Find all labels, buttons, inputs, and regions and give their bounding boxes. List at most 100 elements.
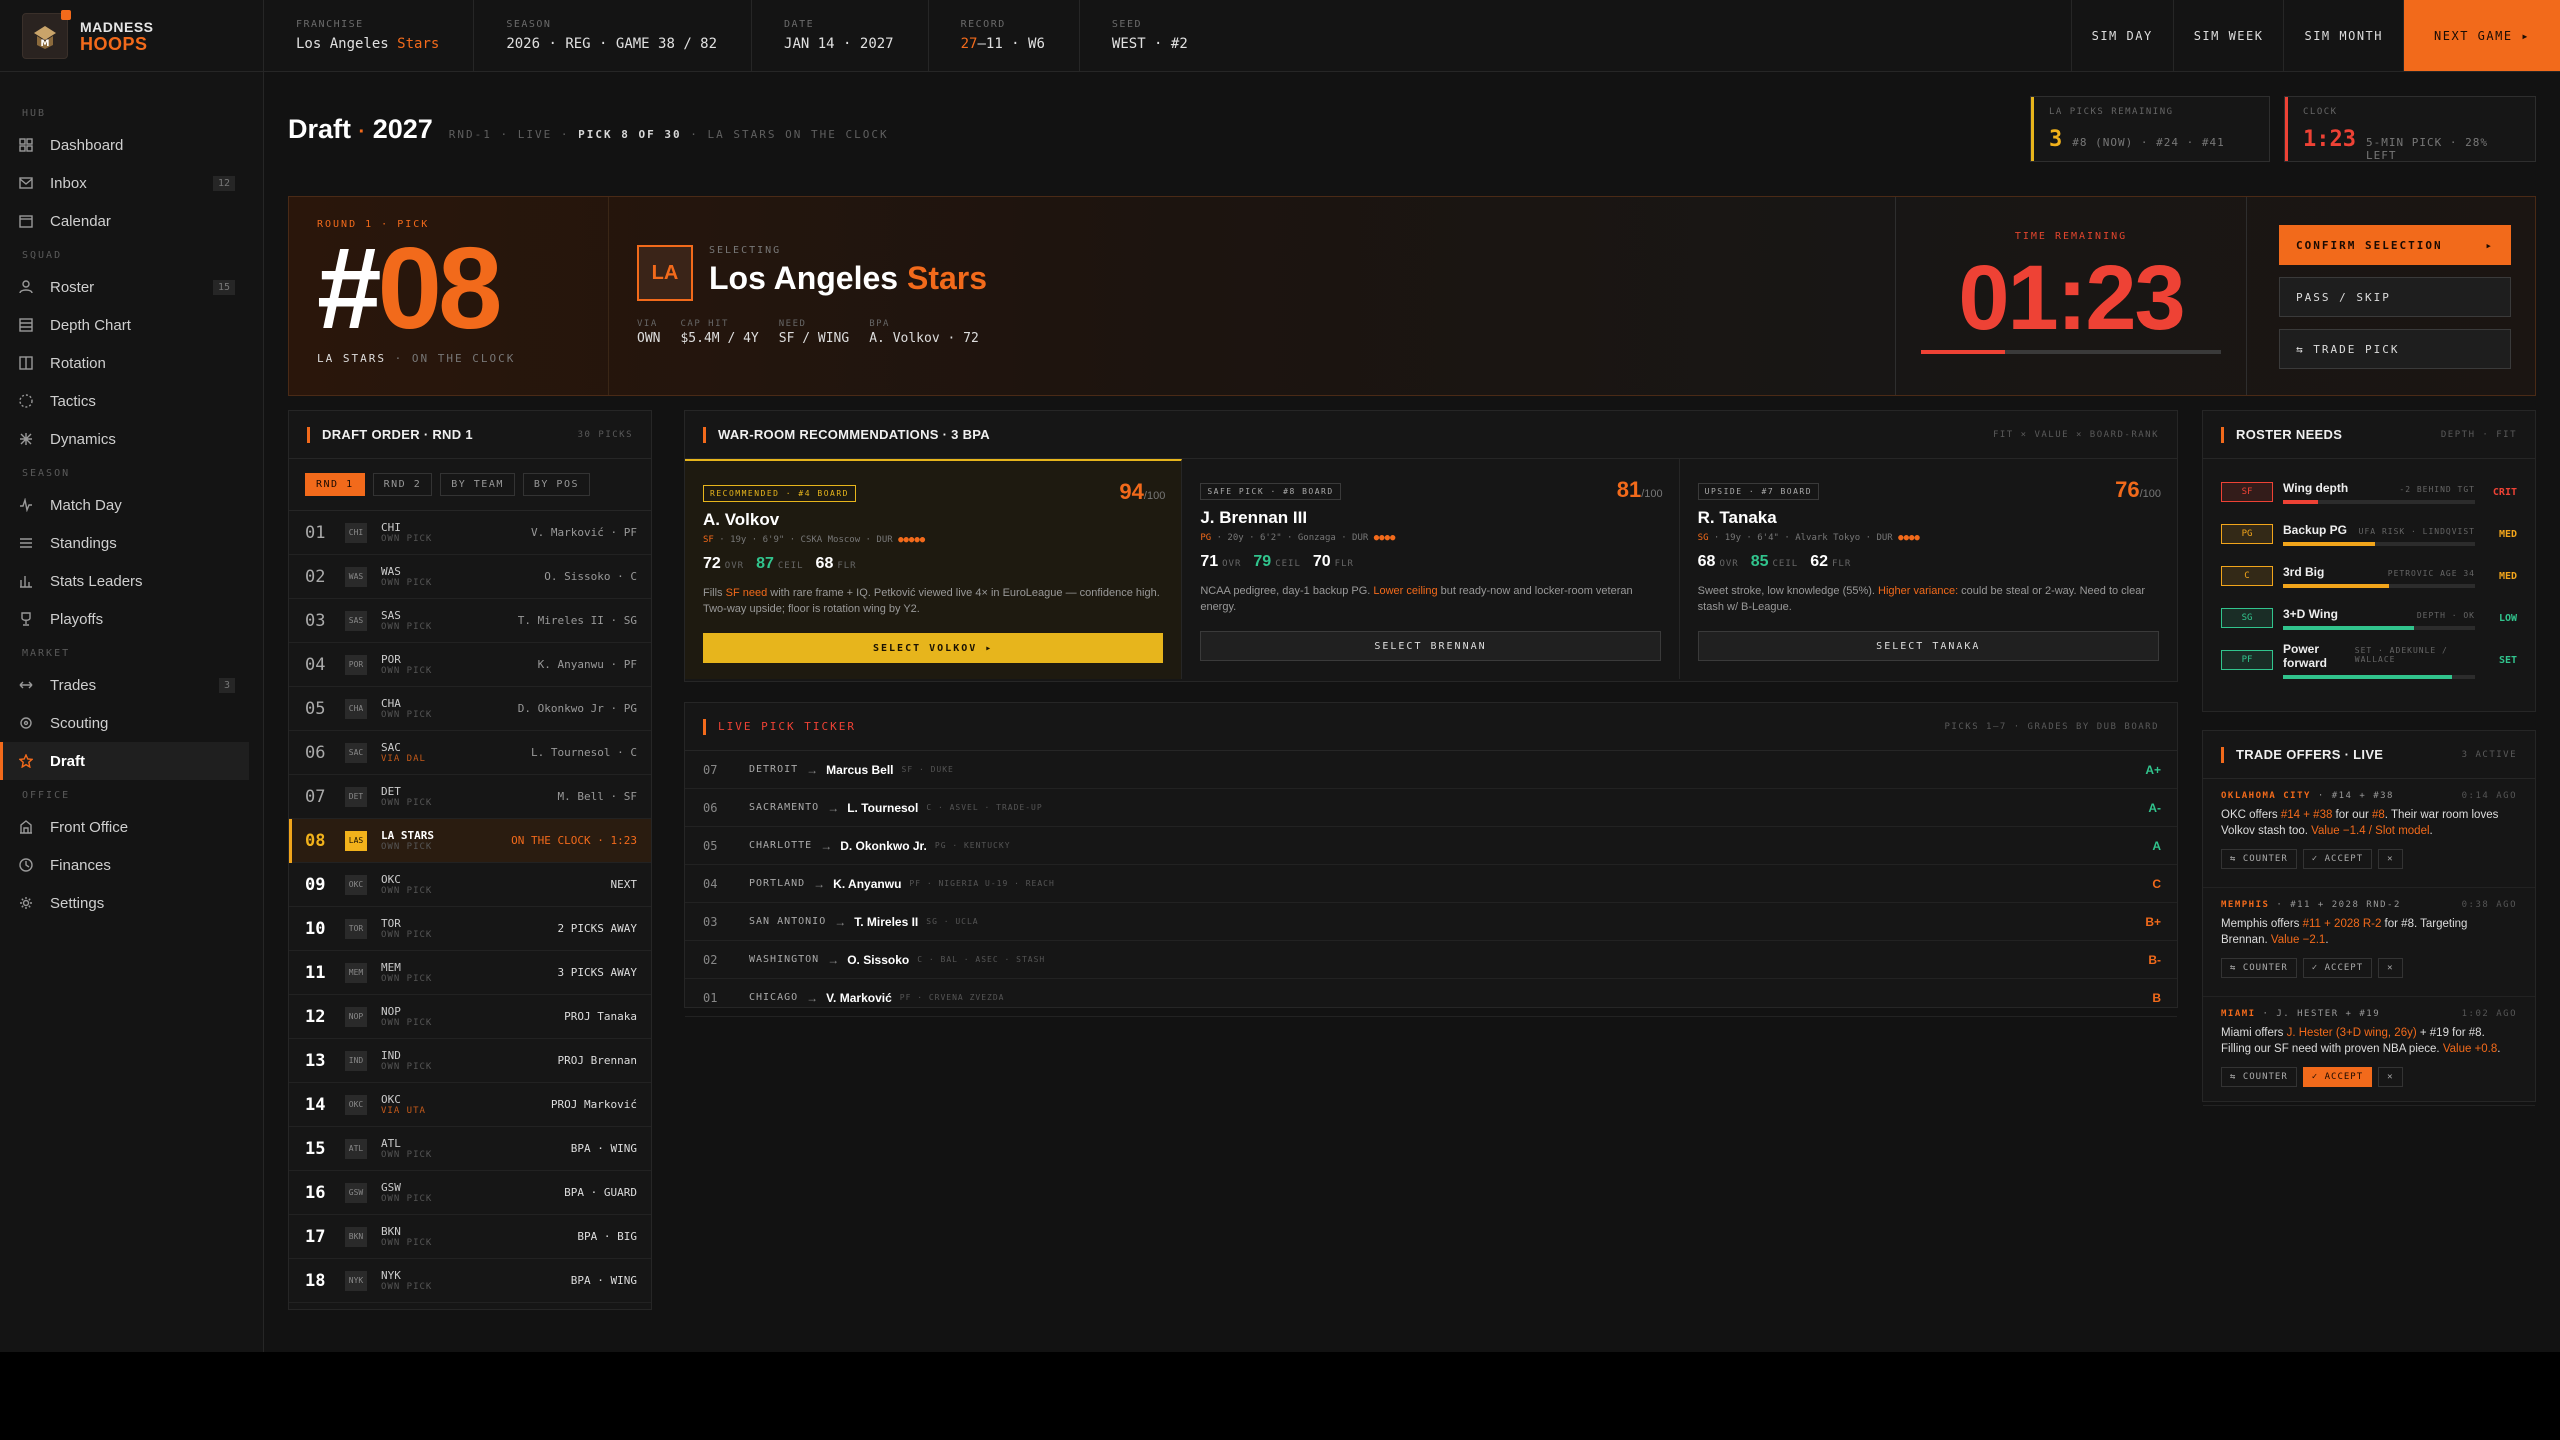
table-row[interactable]: 11 MEM MEM OWN PICK 3 PICKS AWAY bbox=[289, 951, 651, 995]
trade-offer: OKLAHOMA CITY · #14 + #38 0:14 AGO OKC off… bbox=[2203, 779, 2535, 888]
nav-section-label: SQUAD bbox=[22, 250, 63, 261]
table-row[interactable]: 07 DET DET OWN PICK M. Bell · SF bbox=[289, 775, 651, 819]
counter-button[interactable]: ⇆ COUNTER bbox=[2221, 958, 2297, 978]
filter-chip-rnd-1[interactable]: RND 1 bbox=[305, 473, 365, 496]
select-player-button[interactable]: SELECT BRENNAN bbox=[1200, 631, 1661, 661]
table-row[interactable]: 16 GSW GSW OWN PICK BPA · GUARD bbox=[289, 1171, 651, 1215]
sim-week-button[interactable]: SIM WEEK bbox=[2172, 0, 2284, 71]
team-name: DET bbox=[381, 785, 401, 798]
dismiss-button[interactable]: ✕ bbox=[2378, 958, 2403, 978]
table-row[interactable]: 02 WAS WAS OWN PICK O. Sissoko · C bbox=[289, 555, 651, 599]
filter-chip-rnd-2[interactable]: RND 2 bbox=[372, 473, 433, 496]
accept-button[interactable]: ✓ ACCEPT bbox=[2302, 1067, 2373, 1087]
timer-progress-bar bbox=[1921, 350, 2221, 354]
team-city: WASHINGTON bbox=[749, 954, 820, 965]
ticker-row[interactable]: 04 PORTLAND → K. Anyanwu PF · NIGERIA U-19 ·… bbox=[685, 865, 2177, 903]
accept-button[interactable]: ✓ ACCEPT bbox=[2302, 958, 2373, 978]
offer-actions: ⇆ COUNTER ✓ ACCEPT ✕ bbox=[2221, 1067, 2517, 1087]
sidebar-item-playoffs[interactable]: Playoffs bbox=[0, 600, 249, 638]
table-row[interactable]: 04 POR POR OWN PICK K. Anyanwu · PF bbox=[289, 643, 651, 687]
pick-number: 01 bbox=[305, 522, 326, 543]
pass-skip-button[interactable]: PASS / SKIP bbox=[2279, 277, 2511, 317]
sim-day-button[interactable]: SIM DAY bbox=[2070, 0, 2173, 71]
sidebar-item-trades[interactable]: Trades 3 bbox=[0, 666, 249, 704]
table-row[interactable]: 13 IND IND OWN PICK PROJ Brennan bbox=[289, 1039, 651, 1083]
table-row[interactable]: 03 SAS SAS OWN PICK T. Mireles II · SG bbox=[289, 599, 651, 643]
pick-grade: B- bbox=[2148, 952, 2161, 967]
table-row[interactable]: 18 NYK NYK OWN PICK BPA · WING bbox=[289, 1259, 651, 1303]
sidebar-item-dashboard[interactable]: Dashboard bbox=[0, 126, 249, 164]
dismiss-button[interactable]: ✕ bbox=[2378, 1067, 2403, 1087]
table-row[interactable]: 08 LAS LA STARS OWN PICK ON THE CLOCK · 1:23 bbox=[289, 819, 651, 863]
sidebar-item-tactics[interactable]: Tactics bbox=[0, 382, 249, 420]
pick-source: OWN PICK bbox=[381, 1062, 433, 1072]
sidebar-item-depth-chart[interactable]: Depth Chart bbox=[0, 306, 249, 344]
confirm-selection-button[interactable]: CONFIRM SELECTION ▸ bbox=[2279, 225, 2511, 265]
filter-chip-by-team[interactable]: BY TEAM bbox=[440, 473, 515, 496]
team-name: CHA bbox=[381, 697, 401, 710]
accept-button[interactable]: ✓ ACCEPT bbox=[2302, 849, 2373, 869]
arrow-icon: → bbox=[827, 800, 840, 815]
filter-chip-by-pos[interactable]: BY POS bbox=[522, 473, 590, 496]
pick-grade: B bbox=[2152, 990, 2161, 1005]
sidebar-item-calendar[interactable]: Calendar bbox=[0, 202, 249, 240]
panel-title: ROSTER NEEDS bbox=[2236, 427, 2343, 442]
sidebar-item-stats-leaders[interactable]: Stats Leaders bbox=[0, 562, 249, 600]
next-game-button[interactable]: NEXT GAME ▸ bbox=[2403, 0, 2560, 71]
team-name: MEM bbox=[381, 961, 401, 974]
rating-ovr: 72 OVR bbox=[703, 555, 744, 573]
ticker-row[interactable]: 03 SAN ANTONIO → T. Mireles II SG · UCLA B+ bbox=[685, 903, 2177, 941]
ticker-row[interactable]: 05 CHARLOTTE → D. Okonkwo Jr. PG · KENTUCKY A bbox=[685, 827, 2177, 865]
sidebar-item-dynamics[interactable]: Dynamics bbox=[0, 420, 249, 458]
team-cell: CHI OWN PICK bbox=[381, 521, 432, 544]
pick-grade: C bbox=[2152, 876, 2161, 891]
sidebar-item-draft[interactable]: Draft bbox=[0, 742, 249, 780]
table-row[interactable]: 05 CHA CHA OWN PICK D. Okonkwo Jr · PG bbox=[289, 687, 651, 731]
need-note: SET · ADEKUNLE / WALLACE bbox=[2354, 645, 2448, 664]
table-row[interactable]: 12 NOP NOP OWN PICK PROJ Tanaka bbox=[289, 995, 651, 1039]
table-row[interactable]: 17 BKN BKN OWN PICK BPA · BIG bbox=[289, 1215, 651, 1259]
ticker-row[interactable]: 01 CHICAGO → V. Marković PF · CRVENA ZVEZDA B bbox=[685, 979, 2177, 1017]
sidebar-item-standings[interactable]: Standings bbox=[0, 524, 249, 562]
dismiss-button[interactable]: ✕ bbox=[2378, 849, 2403, 869]
rating-stats: 68 OVR 85 CEIL 62 FLR bbox=[1698, 553, 2159, 571]
stat-value: 2026 · REG · GAME 38 / 82 bbox=[506, 36, 718, 52]
pick-result: BPA · BIG bbox=[577, 1230, 637, 1243]
table-row[interactable]: 10 TOR TOR OWN PICK 2 PICKS AWAY bbox=[289, 907, 651, 951]
counter-button[interactable]: ⇆ COUNTER bbox=[2221, 1067, 2297, 1087]
team-badge: POR bbox=[345, 654, 367, 675]
ticker-row[interactable]: 06 SACRAMENTO → L. Tournesol C · ASVEL · TRA… bbox=[685, 789, 2177, 827]
pick-result: BPA · WING bbox=[570, 1142, 637, 1155]
sim-month-button[interactable]: SIM MONTH bbox=[2283, 0, 2403, 71]
table-row[interactable]: 09 OKC OKC OWN PICK NEXT bbox=[289, 863, 651, 907]
depth-fill bbox=[2283, 499, 2318, 504]
table-row[interactable]: 14 OKC OKC VIA UTA PROJ Marković bbox=[289, 1083, 651, 1127]
sidebar-item-scouting[interactable]: Scouting bbox=[0, 704, 249, 742]
select-player-button[interactable]: SELECT TANAKA bbox=[1697, 631, 2159, 661]
tag-value: SF / WING bbox=[778, 331, 850, 346]
sidebar-item-rotation[interactable]: Rotation bbox=[0, 344, 249, 382]
sidebar-item-match-day[interactable]: Match Day bbox=[0, 486, 249, 524]
brand[interactable]: M MADNESS HOOPS bbox=[0, 0, 264, 71]
sidebar-item-front-office[interactable]: Front Office bbox=[0, 808, 249, 846]
sidebar-item-finances[interactable]: Finances bbox=[0, 846, 249, 884]
offer-highlight: Value −1.4 / Slot model bbox=[2311, 825, 2430, 837]
select-player-button[interactable]: SELECT VOLKOV ▸ bbox=[703, 633, 1164, 663]
table-row[interactable]: 06 SAC SAC VIA DAL L. Tournesol · C bbox=[289, 731, 651, 775]
player-name: O. Sissoko bbox=[847, 952, 910, 967]
counter-button[interactable]: ⇆ COUNTER bbox=[2221, 849, 2297, 869]
need-name: Wing depth -2 BEHIND TGT bbox=[2283, 481, 2475, 495]
trade-pick-button[interactable]: ⇆ TRADE PICK bbox=[2279, 329, 2511, 369]
sidebar-item-settings[interactable]: Settings bbox=[0, 884, 249, 922]
sidebar-item-inbox[interactable]: Inbox 12 bbox=[0, 164, 249, 202]
table-row[interactable]: 01 CHI CHI OWN PICK V. Marković · PF bbox=[289, 511, 651, 555]
ticker-row[interactable]: 02 WASHINGTON → O. Sissoko C · BAL · ASEC · … bbox=[685, 941, 2177, 979]
panel-meta: FIT × VALUE × BOARD-RANK bbox=[1992, 429, 2159, 440]
ticker-row[interactable]: 07 DETROIT → Marcus Bell SF · DUKE A+ bbox=[685, 751, 2177, 789]
sidebar-item-roster[interactable]: Roster 15 bbox=[0, 268, 249, 306]
page-subtitle: RND-1 · LIVE · PICK 8 OF 30 · LA STARS O… bbox=[449, 128, 889, 141]
team-name: OKC bbox=[381, 873, 401, 886]
pick-source: OWN PICK bbox=[381, 710, 433, 720]
table-row[interactable]: 15 ATL ATL OWN PICK BPA · WING bbox=[289, 1127, 651, 1171]
pick-result: O. Sissoko · C bbox=[544, 570, 637, 583]
